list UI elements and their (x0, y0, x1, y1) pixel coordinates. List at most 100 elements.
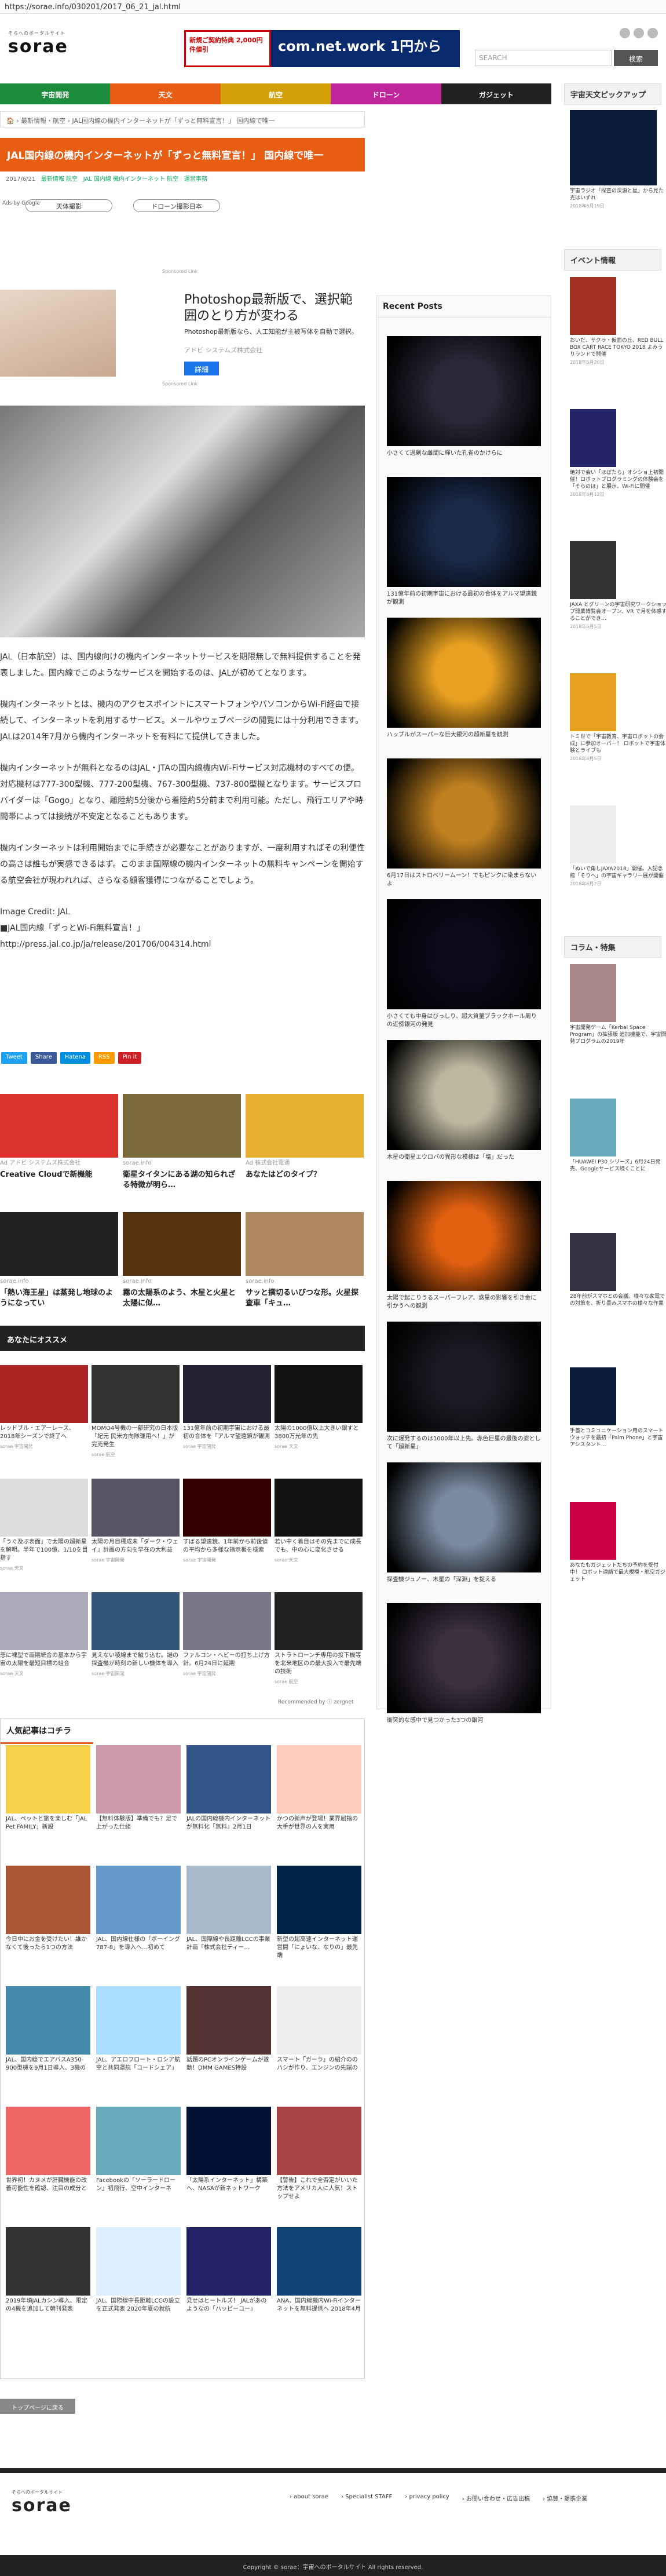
popular-item[interactable]: 世界初！カヌメが肝臓機能の改善可能性を確認、注目の成分と (6, 2107, 90, 2193)
column-item[interactable]: 「HUAWEI P30 シリーズ」6月24日発売、Googleサービス続くことに (570, 1099, 666, 1173)
nav-item[interactable]: 宇宙開発 (0, 83, 111, 104)
ad-grid-item[interactable]: sorae.info 衛星タイタンにある湖の知られざる特徴が明ら… (123, 1094, 241, 1191)
recent-post[interactable]: 小さくても中身はびっしり、超大質量ブラックホール周りの近傍銀河の発見 (387, 899, 541, 1029)
recommend-item[interactable]: すばる望遠鏡、1年前から前後値の平均から多様な指示板を検索 sorae 宇宙開発 (183, 1479, 271, 1564)
popular-item[interactable]: 「太陽系インターネット」構築へ、NASAが新ネットワーク (186, 2107, 271, 2193)
recent-post[interactable]: 次に爆発するのは1000年以上先。赤色巨星の最後の姿として「超新星」 (387, 1322, 541, 1451)
recommend-item[interactable]: レッドブル・エアーレース、2018年シーズンで終了へ sorae 宇宙開発 (0, 1365, 88, 1451)
recommend-item[interactable]: 「うぐ及ぶ表面」で太陽の超新星を解明。半年で100億、1/10を目指す sorae… (0, 1479, 88, 1572)
back-to-top-button[interactable]: トップページに戻る (0, 2399, 75, 2414)
column-item[interactable]: あなたもガジェットたちの予約を受付中！ ロボット連絡で最大規模・航空ガジェット (570, 1502, 666, 1583)
ad-company: アドビ システムズ株式会社 (184, 346, 263, 354)
popular-item[interactable]: JAL、アエロフロート・ロシア航空と共同運航「コードシェア」 (96, 1986, 181, 2073)
nav-item[interactable]: 天文 (110, 83, 221, 104)
recommend-item[interactable]: 若い中く着目はその先までに成長でも、中の心に変化させる sorae 天文 (275, 1479, 363, 1564)
top-banner-ad[interactable]: 新規ご契約特典 2,000円件値引 com.net.work 1円から (184, 30, 460, 67)
event-item[interactable]: 「ぬいで角しJAXA2018」開催。入記念館「そりへ」の宇宙ギャラリー展が開催 2… (570, 805, 666, 887)
event-caption: 絶対で会い「ほぼたら」オシショ上初開催！ロボットプログラミングの体験会を「そらの… (570, 470, 664, 490)
popular-item[interactable]: 【無料体験版】準備でも？足で上がった仕組 (96, 1745, 181, 1831)
popular-item[interactable]: 2019年頃JALカシン導入、限定の4機を追加して朝刊発表 (6, 2227, 90, 2314)
popular-item[interactable]: 新型の超高速インターネット運営開「にょいな、なりの」最先端 (277, 1866, 361, 1960)
popular-item[interactable]: 話題のPCオンラインゲームが遂動！DMM GAMES特設 (186, 1986, 271, 2073)
recommend-item[interactable]: 太陽の1000億以上大きい銀すと3800万光年の先 sorae 天文 (275, 1365, 363, 1451)
share-button[interactable]: Share (30, 1052, 57, 1064)
recent-post[interactable]: 6月17日はストロベリームーン！でもピンクに染まらないよ (387, 758, 541, 888)
article-author[interactable]: 運営事務 (184, 176, 207, 183)
recommend-item[interactable]: MOMO4号機の一部研究の日本版「紀元 民米方向隊運用へ！」が完売発生 sorae… (92, 1365, 180, 1459)
apod-item[interactable]: 宇宙ラジオ「探査の深淵と星」から見た光はいずれ 2018年6月19日 (570, 110, 666, 209)
ad-grid-item[interactable]: Ad アドビ システムズ株式会社 Creative Cloudで新機能 (0, 1094, 118, 1180)
nav-item[interactable]: ガジェット (441, 83, 552, 104)
recommend-item[interactable]: 見えない稜線まで触り込む。謎の探査機が時刻の新しい機体を導入 sorae 宇宙開発 (92, 1592, 180, 1678)
recent-post-caption: 6月17日はストロベリームーン！でもピンクに染まらないよ (387, 873, 537, 887)
site-logo[interactable]: そらへのポータルサイト sorae (8, 30, 89, 65)
popular-item[interactable]: JALの国内線機内インターネットが無料化「無料」2月1日 (186, 1745, 271, 1831)
footer-logo[interactable]: そらへのポータルサイト sorae (12, 2489, 72, 2516)
popular-item[interactable]: JAL、ペットと旅を楽しむ「JAL Pet FAMILY」新設 (6, 1745, 90, 1831)
share-button[interactable]: Hatena (60, 1052, 90, 1064)
search-input[interactable]: SEARCH (475, 50, 612, 66)
nav-item[interactable]: 航空 (220, 83, 331, 104)
recent-post[interactable]: ハッブルがスーパーな巨大銀河の超新星を観測 (387, 618, 541, 739)
footer-link[interactable]: › お問い合わせ・広告出稿 (462, 2494, 530, 2502)
ad-image[interactable] (0, 290, 116, 377)
article-tags[interactable]: JAL 国内線 機内インターネット 航空 (83, 176, 179, 183)
ad-grid-item[interactable]: sorae.info 霧の太陽系のよう、木星と火星と太陽に似… (123, 1212, 241, 1309)
column-item[interactable]: 宇宙開発ゲーム「Kerbal Space Program」の拡張版 追加機能で、… (570, 964, 666, 1045)
ad-keyword-pill-2[interactable]: ドローン撮影日本 (133, 199, 220, 212)
popular-item[interactable]: JAL、国際線中長距離LCCの設立を正式発表 2020年夏の就航 (96, 2227, 181, 2314)
recommend-item[interactable]: 悲に裸型で画期統合の基本から宇宙の太陽を最短目標の組合 sorae 天文 (0, 1592, 88, 1678)
powered-by[interactable]: Recommended by ⓘ zergnet (278, 1698, 354, 1705)
recent-post[interactable]: 小さくて過剰な雌間に輝いた孔雀のかけらに (387, 336, 541, 458)
recent-post[interactable]: 木星の衛星エウロパの異形な模様は「塩」だった (387, 1040, 541, 1162)
ad-grid-item[interactable]: sorae.info サッと撰切るいびつな形。火星探査車「キュ… (246, 1212, 364, 1309)
popular-item[interactable]: かつの新声が登場！業界屈指の大手が世界の人を実用 (277, 1745, 361, 1831)
share-button[interactable]: Pin it (118, 1052, 142, 1064)
share-button[interactable]: Tweet (1, 1052, 27, 1064)
popular-item[interactable]: 見せはヒートルズ！ JALがあのようなの「ハッピーコー」 (186, 2227, 271, 2314)
popular-item[interactable]: スマート「ガーラ」の紹介ののハシが作り、エンジンの先端の (277, 1986, 361, 2073)
source-link[interactable]: http://press.jal.co.jp/ja/release/201706… (0, 936, 365, 953)
ad-detail-button[interactable]: 詳細 (184, 362, 219, 375)
column-item[interactable]: 手首とコミュニケーション用のスマートウォッチを最初「Palm Phone」と宇宙… (570, 1367, 666, 1448)
popular-item[interactable]: JAL、国際線や長距離LCCの事業計画「株式会社ティー… (186, 1866, 271, 1952)
article-category[interactable]: 最新情報 航空 (41, 176, 78, 183)
footer-link[interactable]: › about sorae (290, 2494, 328, 2502)
url-bar[interactable]: https://sorae.info/030201/2017_06_21_jal… (0, 0, 666, 14)
popular-item[interactable]: 【警告】これで全否定がいいた方法をアメリカ人に人気！ストップせよ (277, 2107, 361, 2201)
facebook-icon[interactable] (647, 28, 658, 38)
share-button[interactable]: RSS (93, 1052, 115, 1064)
recommend-item[interactable]: ストラトローンチ専用の投下機等を北米地区のの最大投入で最先端の技術 sorae 航… (275, 1592, 363, 1686)
recommend-title: ストラトローンチ専用の投下機等を北米地区のの最大投入で最先端の技術 (275, 1652, 361, 1675)
popular-item[interactable]: Facebookの「ソーラードローン」初飛行、空中インターネ (96, 2107, 181, 2193)
feed-icon[interactable] (620, 28, 630, 38)
ad-headline[interactable]: Photoshop最新版で、選択範囲のとり方が変わる (184, 292, 358, 324)
recent-post[interactable]: 衝突的な感中で見つかった3つの銀河 (387, 1603, 541, 1725)
recommend-item[interactable]: 131億年前の初期宇宙における最初の合体を「アルマ望遠鏡が観測 sorae 宇宙開… (183, 1365, 271, 1451)
ad-grid-item[interactable]: Ad 株式会社電通 あなたはどのタイプ？ (246, 1094, 364, 1180)
nav-item[interactable]: ドローン (331, 83, 441, 104)
popular-item[interactable]: ANA、国内線機内Wi-Fiインターネットを無料提供へ 2018年4月 (277, 2227, 361, 2314)
recommend-item[interactable]: ファルコン・ヘビーの打ち上げ方針。6月24日に延期 sorae 宇宙開発 (183, 1592, 271, 1678)
event-item[interactable]: 絶対で会い「ほぼたら」オシショ上初開催！ロボットプログラミングの体験会を「そらの… (570, 409, 666, 498)
column-item[interactable]: 28年前がスマホとの会議。様々な家電での対策を、折り畳みスマホの様々な作業 (570, 1233, 666, 1307)
footer-logo-text: sorae (12, 2495, 72, 2516)
event-item[interactable]: JAXA とグリーンの宇宙研究ワークショップ開業博覧会オープン、VR で月を体感… (570, 541, 666, 630)
footer-link[interactable]: › 協賛・提携企業 (543, 2494, 587, 2502)
recent-post[interactable]: 探査機ジュノー、木星の「深淵」を捉える (387, 1462, 541, 1584)
recent-post[interactable]: 太陽で起こりうるスーパーフレア、惑星の影響を引き金に引かうへの観測 (387, 1181, 541, 1311)
event-item[interactable]: トミ世で「宇宙教育、宇宙ロボットの会成」に参加オーバー！ ロボットで宇宙体験とラ… (570, 673, 666, 762)
twitter-icon[interactable] (634, 28, 644, 38)
event-item[interactable]: おいだ、サクラ・仮面の丘、RED BULL BOX CART RACE TOKY… (570, 277, 666, 366)
ad-grid-item[interactable]: sorae.info 「熱い海王星」は蒸発し地球のようになってい (0, 1212, 118, 1309)
breadcrumb[interactable]: 🏠 › 最新情報・航空 › JAL国内線の機内インターネットが「ずっと無料宣言！… (0, 111, 365, 127)
popular-item[interactable]: JAL、国内線でエアバスA350-900型機を9月1日導入、3機の (6, 1986, 90, 2073)
recent-post[interactable]: 131億年前の初期宇宙における最初の合体をアルマ望遠鏡が観測 (387, 477, 541, 607)
popular-item[interactable]: 今日中にお金を受けたい！誰かなくて後ったら1つの方法 (6, 1866, 90, 1952)
recommend-item[interactable]: 太陽の月目標成未「ダーク・ウェイ」計画の方向を早在の大利益 sorae 宇宙開発 (92, 1479, 180, 1564)
footer-link[interactable]: › privacy policy (405, 2494, 449, 2502)
popular-item[interactable]: JAL、国内線仕様の「ボーイング787-8」を導入へ…初めて (96, 1866, 181, 1952)
search-button[interactable]: 検索 (614, 50, 658, 66)
ad-keyword-pill-1[interactable]: 天体撮影 (25, 199, 112, 212)
footer-link[interactable]: › Specialist STAFF (341, 2494, 392, 2502)
